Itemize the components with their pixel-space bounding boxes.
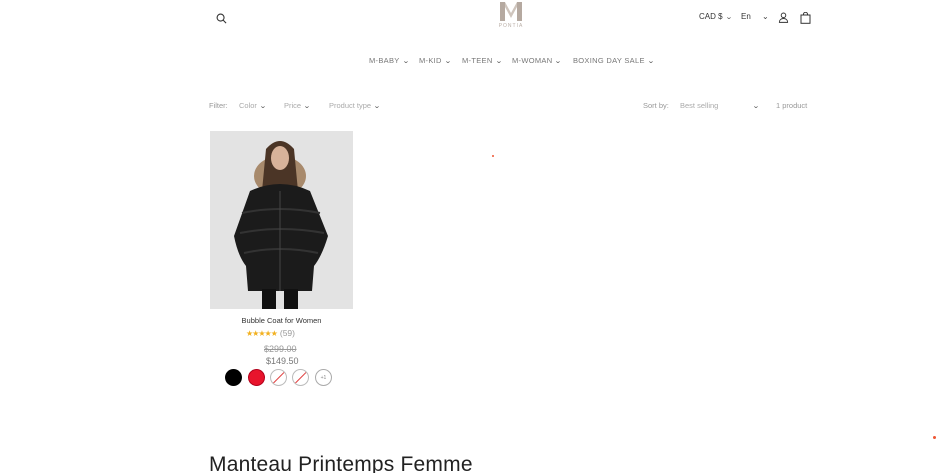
decorative-dot	[933, 436, 936, 439]
search-icon	[216, 13, 226, 23]
language-value: En	[741, 12, 751, 21]
nav-item-label: M-BABY	[369, 56, 400, 65]
chevron-down-icon: ⌄	[443, 57, 452, 65]
chevron-down-icon: ⌄	[752, 102, 761, 110]
swatch-black[interactable]	[225, 369, 242, 386]
filter-label: Filter:	[209, 101, 228, 110]
nav-item-label: M-TEEN	[462, 56, 493, 65]
rating-count: (59)	[279, 328, 295, 338]
sale-price: $149.50	[266, 356, 299, 366]
chevron-down-icon: ⌄	[554, 57, 563, 65]
product-image[interactable]	[210, 131, 353, 309]
swatch-unavailable[interactable]	[270, 369, 287, 386]
filter-color[interactable]: Color ⌄	[239, 101, 267, 110]
search-button[interactable]	[213, 10, 229, 26]
nav-item-boxing-day-sale[interactable]: BOXING DAY SALE ⌄	[573, 56, 654, 65]
chevron-down-icon: ⌄	[646, 57, 655, 65]
chevron-down-icon: ⌄	[401, 57, 410, 65]
chevron-down-icon[interactable]: ⌄	[762, 12, 769, 21]
nav-item-m-woman[interactable]: M-WOMAN ⌄	[512, 56, 562, 65]
nav-item-m-teen[interactable]: M-TEEN ⌄	[462, 56, 502, 65]
nav-item-m-baby[interactable]: M-BABY ⌄	[369, 56, 409, 65]
star-rating-icon: ★★★★★	[246, 328, 278, 338]
swatch-red[interactable]	[248, 369, 265, 386]
nav-item-label: M-WOMAN	[512, 56, 553, 65]
nav-item-label: BOXING DAY SALE	[573, 56, 645, 65]
sort-select[interactable]: Best selling ⌄	[680, 101, 761, 110]
facet-filter-bar: Filter: Color ⌄ Price ⌄ Product type ⌄ Sort…	[0, 101, 937, 113]
product-title[interactable]: Bubble Coat for Women	[210, 316, 353, 325]
currency-value: CAD $	[699, 12, 723, 21]
store-logo[interactable]: PONTIA	[496, 1, 526, 33]
logo-wordmark: PONTIA	[498, 23, 524, 29]
main-navigation: M-BABY ⌄ M-KID ⌄ M-TEEN ⌄ M-WOMAN ⌄ BOXING D…	[0, 56, 937, 70]
nav-item-m-kid[interactable]: M-KID ⌄	[419, 56, 451, 65]
currency-selector[interactable]: CAD $ ⌄	[699, 12, 733, 21]
filter-price[interactable]: Price ⌄	[284, 101, 311, 110]
language-selector[interactable]: En	[741, 12, 751, 21]
chevron-down-icon: ⌄	[259, 102, 267, 110]
filter-product-type[interactable]: Product type ⌄	[329, 101, 381, 110]
swatch-more[interactable]: +1	[315, 369, 332, 386]
user-icon	[778, 12, 788, 23]
shopping-bag-icon	[800, 11, 810, 24]
filter-product-type-label: Product type	[329, 101, 372, 110]
sort-value: Best selling	[680, 101, 719, 110]
decorative-dot	[492, 155, 494, 157]
filter-color-label: Color	[239, 101, 257, 110]
chevron-down-icon: ⌄	[494, 57, 503, 65]
product-count: 1 product	[776, 101, 808, 110]
cart-button[interactable]	[799, 11, 811, 24]
account-button[interactable]	[777, 11, 789, 24]
site-header: PONTIA CAD $ ⌄ En ⌄	[0, 0, 937, 40]
product-card	[210, 131, 353, 309]
collection-title: Manteau Printemps Femme	[209, 453, 473, 473]
logo-mark	[500, 2, 522, 21]
sort-label: Sort by:	[643, 101, 669, 110]
product-rating: ★★★★★ (59)	[246, 328, 295, 338]
chevron-down-icon: ⌄	[373, 102, 381, 110]
compare-at-price: $299.00	[264, 344, 297, 354]
swatch-unavailable[interactable]	[292, 369, 309, 386]
filter-price-label: Price	[284, 101, 302, 110]
chevron-down-icon: ⌄	[303, 102, 311, 110]
product-photo-woman-in-puffer-coat	[210, 131, 353, 309]
nav-item-label: M-KID	[419, 56, 442, 65]
chevron-down-icon: ⌄	[724, 13, 733, 21]
